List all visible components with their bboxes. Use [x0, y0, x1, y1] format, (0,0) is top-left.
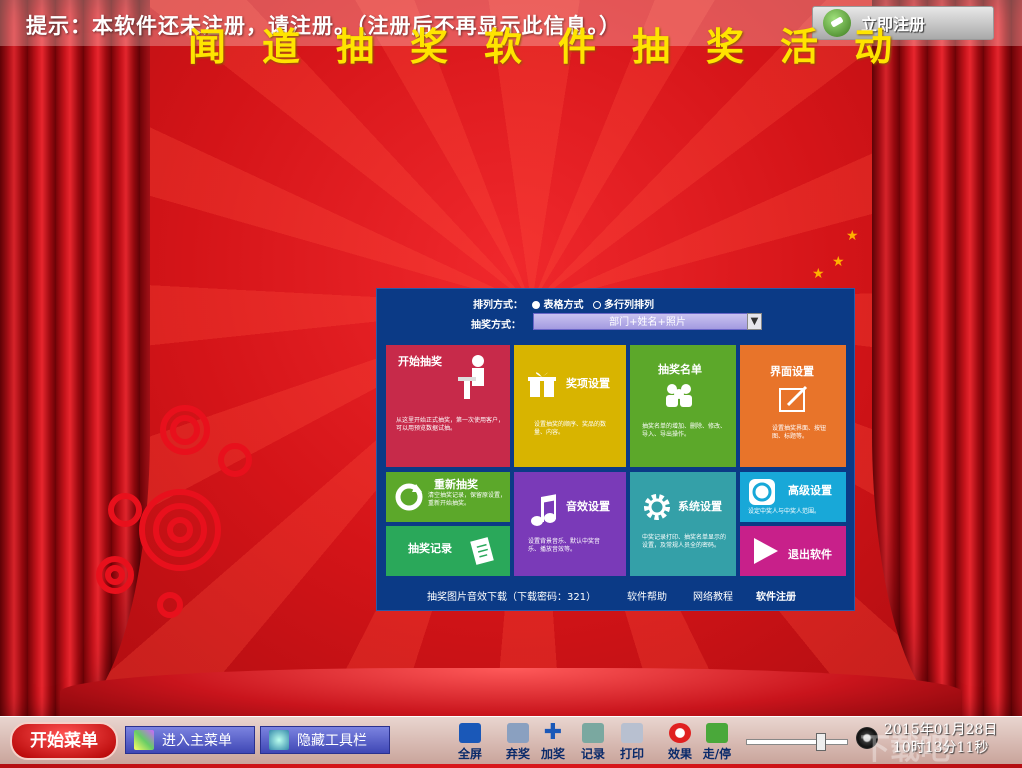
fullscreen-icon	[459, 723, 481, 743]
music-note-icon	[531, 494, 556, 526]
star-decoration: ★	[812, 266, 825, 282]
radio-multirow-mode[interactable]	[592, 301, 601, 309]
printer-icon	[621, 723, 643, 743]
effect-label: 效果	[667, 747, 692, 761]
tile-ui-settings[interactable]: 界面设置 设置抽奖界面、按钮图、标题等。	[740, 345, 846, 467]
arrange-option-multirow[interactable]: 多行列排列	[604, 300, 654, 311]
star-decoration: ★	[832, 254, 845, 270]
arrange-row: 排列方式： 表格方式 多行列排列	[473, 296, 654, 311]
enter-main-menu-button[interactable]: 进入主菜单	[125, 726, 255, 754]
tile-sound-desc: 设置背景音乐、默认中奖音乐、播放音效等。	[528, 538, 601, 553]
fullscreen-label: 全屏	[457, 747, 482, 761]
tile-redraw-title: 重新抽奖	[434, 478, 478, 491]
hide-toolbar-label: 隐藏工具栏	[297, 733, 367, 749]
effect-gauge-icon	[669, 723, 691, 743]
event-title: 闻道抽奖软件抽奖活动	[188, 24, 929, 69]
refresh-icon	[395, 483, 423, 511]
document-icon	[470, 537, 494, 565]
users-icon	[666, 384, 692, 407]
target-icon	[749, 479, 775, 505]
record-button[interactable]: 记录	[577, 723, 609, 762]
tile-draw-record[interactable]: 抽奖记录	[386, 526, 510, 576]
decorative-swirls	[96, 405, 252, 618]
draw-mode-label: 抽奖方式：	[471, 320, 521, 331]
edit-canvas-icon	[779, 385, 808, 412]
gear-icon	[644, 494, 670, 520]
go-stop-button[interactable]: 走/停	[701, 723, 733, 762]
arrange-option-table[interactable]: 表格方式	[543, 300, 583, 311]
record-icon	[582, 723, 604, 743]
tile-prize-desc: 设置抽奖的顺序、奖品的数量、内容。	[534, 421, 607, 436]
effect-button[interactable]: 效果	[664, 723, 696, 762]
hide-toolbar-button[interactable]: 隐藏工具栏	[260, 726, 390, 754]
right-curtain	[872, 0, 1022, 720]
gift-icon	[528, 372, 556, 397]
download-link[interactable]: 抽奖图片音效下载（下载密码：321）	[427, 588, 596, 603]
chevron-down-icon[interactable]: ▼	[747, 313, 762, 330]
tile-system-settings[interactable]: 系统设置 中奖记录打印、抽奖名单显示的设置，及常规人员全的密码。	[630, 472, 736, 576]
tile-ui-title: 界面设置	[770, 365, 814, 378]
go-stop-label: 走/停	[702, 747, 732, 761]
tile-prize-title: 奖项设置	[566, 377, 610, 390]
arrange-label: 排列方式：	[473, 300, 523, 311]
tile-sound-settings[interactable]: 音效设置 设置背景音乐、默认中奖音乐、播放音效等。	[514, 472, 626, 576]
tile-ui-desc: 设置抽奖界面、按钮图、标题等。	[772, 425, 827, 440]
abandon-prize-button[interactable]: 弃奖	[502, 723, 534, 762]
tile-prize-settings[interactable]: 奖项设置 设置抽奖的顺序、奖品的数量、内容。	[514, 345, 626, 467]
star-decoration: ★	[846, 228, 859, 244]
help-link[interactable]: 软件帮助	[627, 588, 667, 603]
start-menu-button[interactable]: 开始菜单	[10, 722, 118, 760]
tile-system-desc: 中奖记录打印、抽奖名单显示的设置，及常规人员全的密码。	[642, 534, 727, 549]
draw-mode-select[interactable]: 部门+姓名+照片	[533, 313, 762, 330]
main-menu-panel: 排列方式： 表格方式 多行列排列 抽奖方式： 部门+姓名+照片 ▼ 开始抽奖 从…	[376, 288, 855, 611]
tile-list-title: 抽奖名单	[658, 363, 702, 376]
tile-start-draw[interactable]: 开始抽奖 从这里开始正式抽奖，第一次使用客户，可以用预览数据试抽。	[386, 345, 510, 467]
tile-system-title: 系统设置	[678, 500, 722, 513]
tile-start-title: 开始抽奖	[398, 355, 442, 368]
tile-redraw-desc: 清空抽奖记录，保留原设置，重新开始抽奖。	[428, 492, 507, 507]
tile-list-desc: 抽奖名单的增加、删除、修改、导入、导出操作。	[642, 423, 727, 438]
record-label: 记录	[580, 747, 605, 761]
add-prize-button[interactable]: ✚ 加奖	[537, 720, 569, 762]
volume-slider[interactable]	[746, 733, 848, 751]
volume-slider-handle[interactable]	[816, 733, 826, 751]
menu-grid-icon	[134, 730, 154, 750]
tile-advanced-title: 高级设置	[788, 484, 832, 497]
tile-redraw[interactable]: 重新抽奖 清空抽奖记录，保留原设置，重新开始抽奖。	[386, 472, 510, 522]
print-button[interactable]: 打印	[616, 723, 648, 762]
tile-sound-title: 音效设置	[566, 500, 610, 513]
tile-advanced-settings[interactable]: 高级设置 设定中奖人与中奖人范围。	[740, 472, 846, 522]
tile-exit[interactable]: 退出软件	[740, 526, 846, 576]
presenter-icon	[458, 355, 484, 399]
tile-record-title: 抽奖记录	[408, 542, 452, 555]
abandon-icon	[507, 723, 529, 743]
software-register-link[interactable]: 软件注册	[756, 588, 796, 603]
play-icon	[754, 538, 778, 564]
add-prize-label: 加奖	[540, 747, 565, 761]
tile-draw-list[interactable]: 抽奖名单 抽奖名单的增加、删除、修改、导入、导出操作。	[630, 345, 736, 467]
abandon-prize-label: 弃奖	[505, 747, 530, 761]
enter-main-menu-label: 进入主菜单	[162, 733, 232, 749]
radio-table-mode[interactable]	[532, 301, 541, 309]
hide-icon	[269, 730, 289, 750]
tile-start-desc: 从这里开始正式抽奖，第一次使用客户，可以用预览数据试抽。	[396, 417, 505, 432]
tile-advanced-desc: 设定中奖人与中奖人范围。	[748, 508, 821, 515]
fullscreen-button[interactable]: 全屏	[454, 723, 486, 762]
watermark: 下载吧	[860, 732, 950, 767]
plus-icon: ✚	[543, 720, 563, 745]
print-label: 打印	[619, 747, 644, 761]
tile-exit-title: 退出软件	[788, 548, 832, 561]
tutorial-link[interactable]: 网络教程	[693, 588, 733, 603]
go-stop-icon	[706, 723, 728, 743]
